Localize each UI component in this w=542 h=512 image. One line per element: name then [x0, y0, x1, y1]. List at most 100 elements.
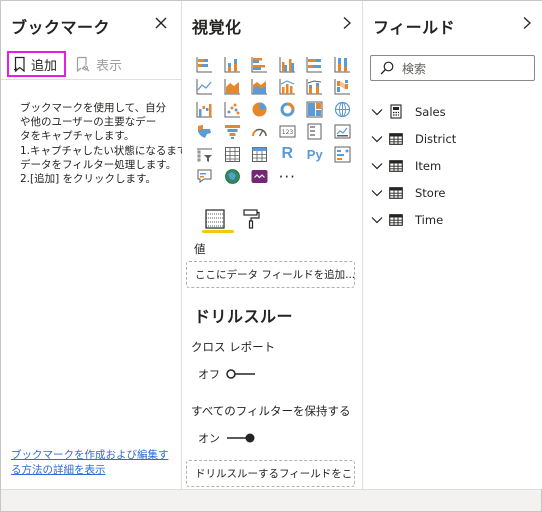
- chevron-right-icon: [523, 17, 531, 29]
- line-clustered-column-icon[interactable]: [274, 76, 302, 98]
- pie-icon[interactable]: [246, 98, 274, 120]
- cross-report-label: クロス レポート: [191, 340, 276, 354]
- matrix-icon[interactable]: [246, 143, 274, 165]
- table-icon: [389, 132, 403, 146]
- bookmarks-window: ブックマーク 追加 表示 ブックマークを使用して、自分 や他のユーザーの主要なデ…: [0, 0, 542, 512]
- clustered-column-icon[interactable]: [274, 53, 302, 75]
- field-table-sales[interactable]: Sales: [368, 98, 538, 125]
- chevron-down-icon: [370, 213, 384, 227]
- line-stacked-column-icon[interactable]: [301, 76, 329, 98]
- waterfall-icon[interactable]: [191, 98, 219, 120]
- card-icon[interactable]: 123: [274, 121, 302, 143]
- close-icon: [155, 17, 167, 29]
- stacked-area-icon[interactable]: [246, 76, 274, 98]
- paint-roller-icon: [243, 209, 260, 229]
- bookmarks-description: ブックマークを使用して、自分 や他のユーザーの主要なデー タをキャプチャします。…: [20, 101, 188, 186]
- add-bookmark-label: 追加: [31, 58, 58, 74]
- stacked-column-icon[interactable]: [219, 53, 247, 75]
- keep-filters-toggle[interactable]: オン: [198, 430, 256, 446]
- qa-icon[interactable]: [191, 166, 219, 188]
- gauge-icon[interactable]: [246, 121, 274, 143]
- description-line: タをキャプチャします。: [20, 130, 135, 143]
- table-icon: [389, 159, 403, 173]
- field-table-time[interactable]: Time: [368, 206, 538, 233]
- keep-filters-state: オン: [198, 432, 220, 445]
- add-bookmark-icon: [14, 56, 25, 72]
- treemap-icon[interactable]: [301, 98, 329, 120]
- 100-stacked-column-icon[interactable]: [329, 53, 357, 75]
- view-bookmark-label: 表示: [96, 58, 123, 74]
- field-table-item[interactable]: Item: [368, 152, 538, 179]
- clustered-bar-icon[interactable]: [246, 53, 274, 75]
- toggle-on-icon: [227, 433, 255, 443]
- power-apps-icon[interactable]: [246, 166, 274, 188]
- chevron-down-icon: [370, 186, 384, 200]
- svg-text:123: 123: [282, 129, 294, 136]
- fields-well-icon: [205, 209, 225, 229]
- drillthrough-drop-well[interactable]: ドリルスルーするフィールドをここ...: [186, 460, 355, 487]
- stacked-bar-icon[interactable]: [191, 53, 219, 75]
- cross-report-state: オフ: [198, 368, 220, 381]
- field-label: Sales: [415, 104, 446, 119]
- description-line: 1.キャプチャしたい状態になるまで: [20, 144, 188, 157]
- kpi-icon[interactable]: [329, 121, 357, 143]
- view-bookmarks-button[interactable]: 表示: [75, 53, 122, 75]
- bookmarks-title: ブックマーク: [11, 18, 111, 37]
- description-line: や他のユーザーの主要なデー: [20, 116, 157, 129]
- description-line: データをフィルター処理します。: [20, 158, 177, 171]
- filled-map-icon[interactable]: [191, 121, 219, 143]
- ribbon-chart-icon[interactable]: [329, 76, 357, 98]
- close-bookmarks-button[interactable]: [151, 13, 171, 33]
- python-visual-icon[interactable]: Py: [301, 143, 329, 165]
- toggle-off-icon: [226, 369, 255, 379]
- field-label: Time: [415, 212, 444, 227]
- donut-icon[interactable]: [274, 98, 302, 120]
- table-icon[interactable]: [219, 143, 247, 165]
- values-drop-well[interactable]: ここにデータ フィールドを追加...: [186, 261, 355, 288]
- field-label: District: [415, 131, 457, 146]
- more-visuals-icon[interactable]: ···: [274, 166, 302, 188]
- fields-search-input[interactable]: 検索: [370, 55, 535, 81]
- 100-stacked-bar-icon[interactable]: [301, 53, 329, 75]
- search-icon: [380, 61, 394, 75]
- values-placeholder: ここにデータ フィールドを追加...: [195, 269, 355, 281]
- chevron-down-icon: [370, 132, 384, 146]
- map-icon[interactable]: [329, 98, 357, 120]
- collapse-visualizations-button[interactable]: [337, 13, 357, 33]
- fields-pane: フィールド 検索 Sales District Item Store Time: [363, 1, 542, 489]
- values-label: 値: [194, 242, 206, 256]
- visualizations-pane: 視覚化 123 R Py ··· 値 ここにデータ フィールドを追加... ドリ…: [182, 1, 363, 489]
- visualizations-title: 視覚化: [192, 18, 242, 37]
- multi-row-card-icon[interactable]: [301, 121, 329, 143]
- visualizations-tabs: [196, 201, 260, 235]
- learn-more-link[interactable]: ブックマークを作成および編集す る方法の詳細を表示: [11, 448, 179, 477]
- field-list: Sales District Item Store Time: [368, 98, 538, 233]
- field-table-district[interactable]: District: [368, 125, 538, 152]
- learn-more-line: る方法の詳細を表示: [11, 463, 106, 476]
- bottom-strip: [1, 489, 541, 511]
- funnel-icon[interactable]: [219, 121, 247, 143]
- scatter-icon[interactable]: [219, 98, 247, 120]
- slicer-icon[interactable]: [191, 143, 219, 165]
- chevron-down-icon: [370, 159, 384, 173]
- r-visual-icon[interactable]: R: [274, 143, 302, 165]
- learn-more-line: ブックマークを作成および編集す: [11, 449, 169, 461]
- description-line: 2.[追加] をクリックします。: [20, 173, 156, 186]
- search-placeholder: 検索: [402, 61, 427, 76]
- cross-report-toggle[interactable]: オフ: [198, 366, 256, 382]
- view-bookmark-icon: [76, 56, 90, 72]
- arcgis-icon[interactable]: [219, 166, 247, 188]
- add-bookmark-button[interactable]: 追加: [7, 51, 66, 77]
- visual-gallery: 123 R Py ···: [191, 53, 359, 188]
- table-icon: [389, 213, 403, 227]
- tab-format[interactable]: [238, 204, 264, 234]
- drillthrough-placeholder: ドリルスルーするフィールドをここ...: [195, 468, 354, 480]
- collapse-fields-button[interactable]: [517, 13, 537, 33]
- field-label: Store: [415, 185, 446, 200]
- line-chart-icon[interactable]: [191, 76, 219, 98]
- fields-title: フィールド: [373, 18, 456, 37]
- key-influencers-icon[interactable]: [329, 143, 357, 165]
- keep-filters-label: すべてのフィルターを保持する: [191, 404, 351, 418]
- area-chart-icon[interactable]: [219, 76, 247, 98]
- field-table-store[interactable]: Store: [368, 179, 538, 206]
